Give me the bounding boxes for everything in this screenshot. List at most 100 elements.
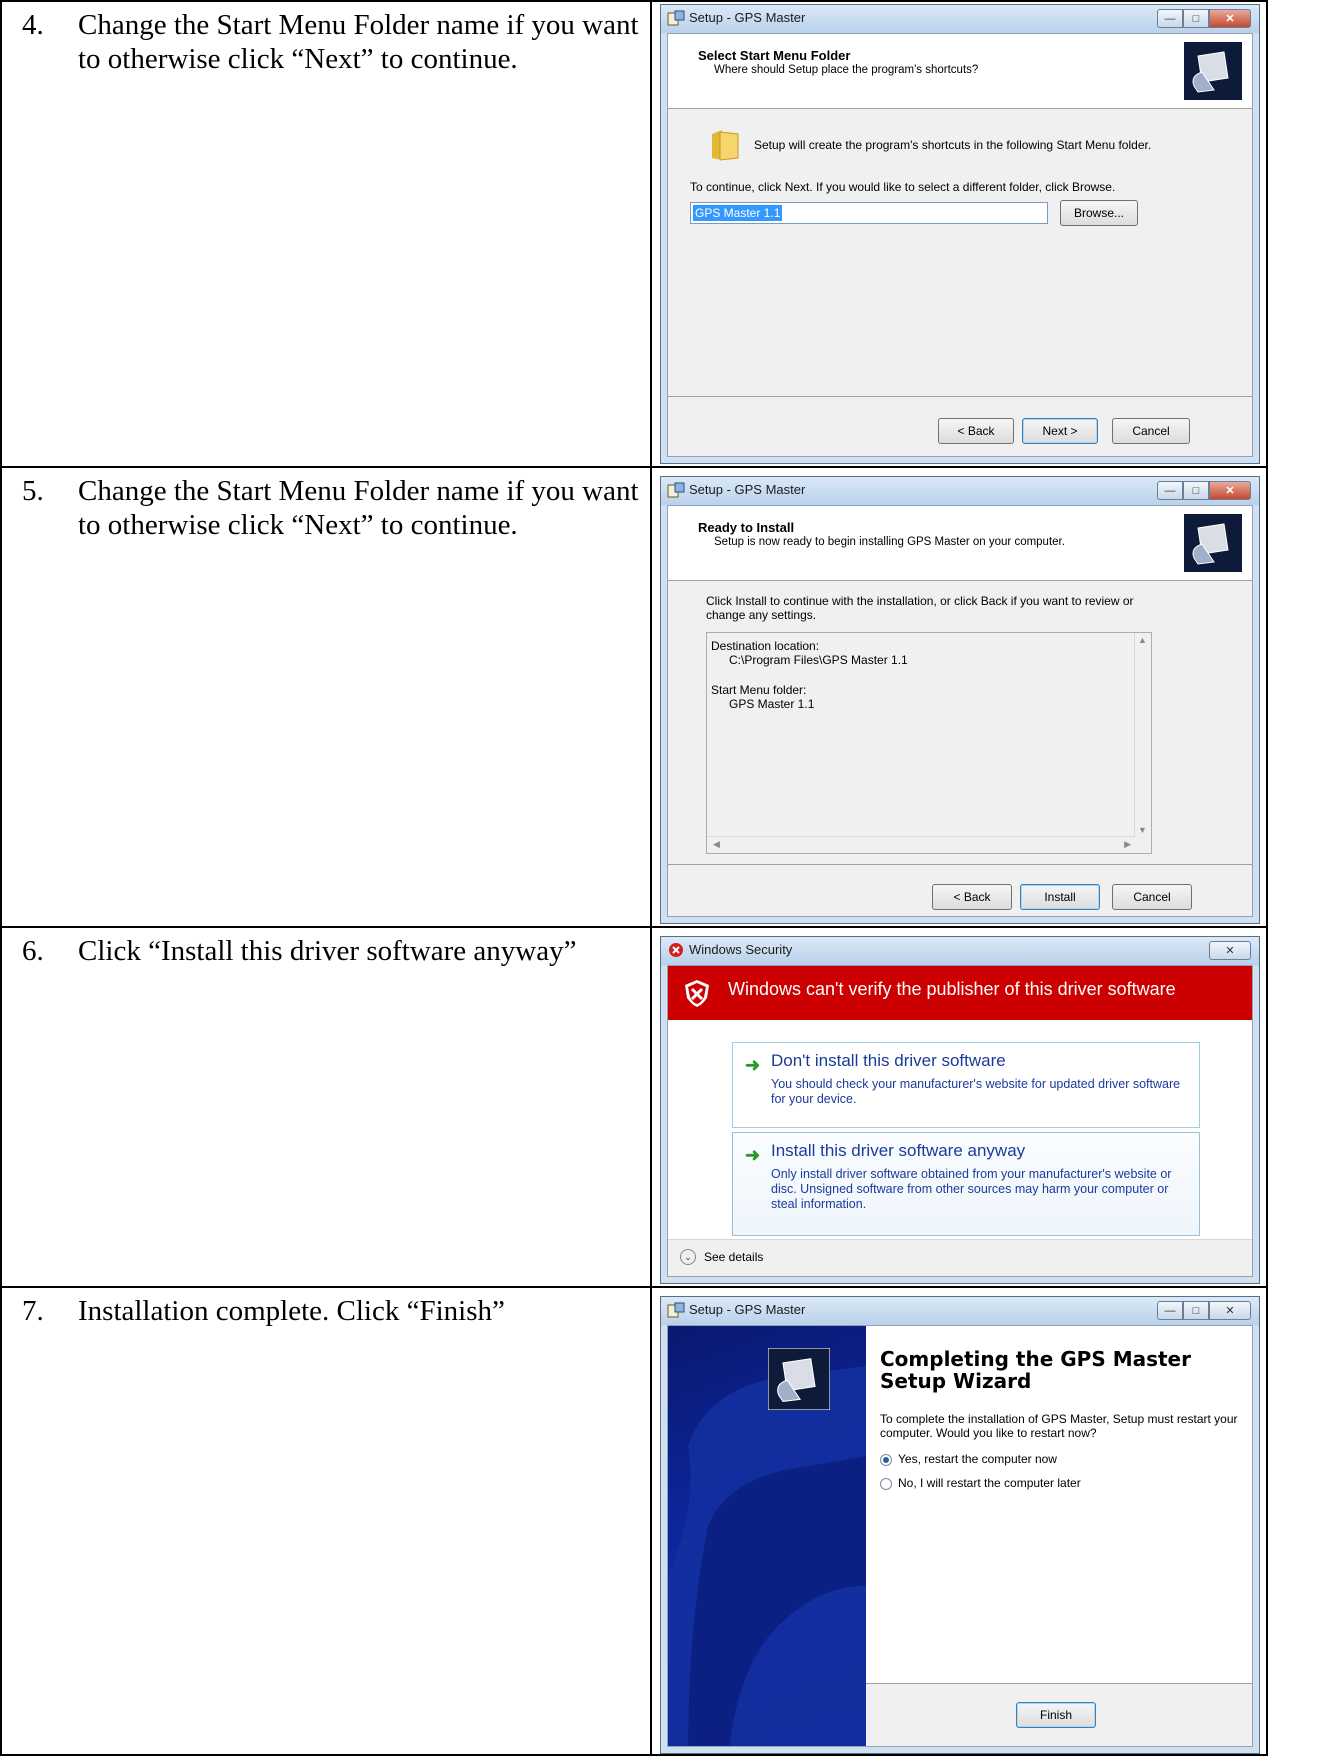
setup-computer-logo [1184,42,1242,100]
table-rule [650,0,652,1756]
vertical-scrollbar[interactable]: ▲ ▼ [1134,633,1151,837]
instruction-text: To continue, click Next. If you would li… [690,180,1116,194]
setup-computer-logo [768,1348,830,1410]
option-description: You should check your manufacturer's web… [771,1077,1181,1106]
dont-install-option[interactable]: ➜ Don't install this driver software You… [732,1042,1200,1128]
close-button[interactable]: ✕ [1209,9,1251,28]
see-details-link[interactable]: See details [704,1250,763,1264]
maximize-button[interactable]: □ [1183,481,1209,500]
horizontal-scrollbar[interactable]: ◀ ▶ [707,836,1135,853]
wizard-subheading: Setup is now ready to begin installing G… [714,536,1065,548]
windows-security-dialog: Windows Security ✕ Windows can't verify … [660,936,1260,1284]
radio-restart-now[interactable] [880,1454,892,1466]
minimize-icon: — [1164,1304,1176,1317]
wizard-header: Ready to Install Setup is now ready to b… [668,506,1252,581]
destination-value: C:\Program Files\GPS Master 1.1 [729,653,908,667]
radio-restart-now-label[interactable]: Yes, restart the computer now [898,1452,1057,1466]
cancel-button[interactable]: Cancel [1112,884,1192,910]
window-title: Setup - GPS Master [689,10,806,25]
step-text: Installation complete. Click “Finish” [78,1295,505,1327]
setup-app-icon [667,10,685,26]
option-title: Don't install this driver software [771,1051,1006,1070]
minimize-button[interactable]: — [1157,481,1183,500]
title-bar[interactable]: Windows Security ✕ [661,937,1259,965]
back-button[interactable]: < Back [938,418,1014,444]
maximize-icon: □ [1192,484,1200,497]
radio-restart-later[interactable] [880,1478,892,1490]
instruction-line-1: Click Install to continue with the insta… [706,594,1134,608]
window-title: Setup - GPS Master [689,1302,806,1317]
wizard-header: Select Start Menu Folder Where should Se… [668,34,1252,109]
footer-divider [668,864,1252,865]
close-button[interactable]: ✕ [1209,1301,1251,1320]
close-icon: ✕ [1225,1305,1235,1317]
warning-text: Windows can't verify the publisher of th… [728,979,1176,999]
back-button[interactable]: < Back [932,884,1012,910]
green-arrow-icon: ➜ [745,1055,761,1075]
minimize-button[interactable]: — [1157,1301,1183,1320]
step-text: Change the Start Menu Folder name if you… [78,9,639,75]
maximize-icon: □ [1192,1304,1200,1317]
setup-window-finish: Setup - GPS Master — □ ✕ Completing the … [660,1296,1260,1754]
setup-window-start-menu: Setup - GPS Master — □ ✕ Select Start Me… [660,4,1260,464]
green-arrow-icon: ➜ [745,1145,761,1165]
wizard-content: Completing the GPS Master Setup Wizard T… [866,1326,1252,1684]
window-title: Windows Security [689,942,793,957]
minimize-icon: — [1164,12,1176,25]
step-number: 6. [22,935,44,967]
warning-banner: Windows can't verify the publisher of th… [668,966,1252,1020]
shield-error-icon [685,980,709,1007]
summary-memo[interactable]: Destination location: C:\Program Files\G… [706,632,1152,854]
install-anyway-option[interactable]: ➜ Install this driver software anyway On… [732,1132,1200,1236]
finish-heading: Completing the GPS Master Setup Wizard [880,1347,1191,1393]
wizard-client: Ready to Install Setup is now ready to b… [667,505,1253,917]
window-title: Setup - GPS Master [689,482,806,497]
title-bar[interactable]: Setup - GPS Master — □ ✕ [661,5,1259,33]
folder-icon [712,130,739,161]
title-bar[interactable]: Setup - GPS Master — □ ✕ [661,1297,1259,1325]
setup-app-icon [667,1302,685,1318]
close-button[interactable]: ✕ [1209,941,1251,960]
wizard-heading: Select Start Menu Folder [698,48,851,63]
table-rule [1266,0,1268,1756]
wizard-banner-art [668,1366,866,1746]
start-menu-label: Start Menu folder: [711,683,807,697]
browse-button[interactable]: Browse... [1060,200,1138,226]
cancel-button[interactable]: Cancel [1112,418,1190,444]
wizard-footer: Finish [866,1683,1252,1746]
step-text: Change the Start Menu Folder name if you… [78,475,639,541]
table-rule [0,1286,1268,1288]
finish-body: To complete the installation of GPS Mast… [880,1412,1238,1440]
close-icon: ✕ [1225,13,1235,25]
maximize-button[interactable]: □ [1183,9,1209,28]
setup-app-icon [667,482,685,498]
wizard-heading: Ready to Install [698,520,795,535]
scroll-down-icon[interactable]: ▼ [1138,825,1147,835]
table-rule [0,0,2,1756]
install-button[interactable]: Install [1020,884,1100,910]
scroll-up-icon[interactable]: ▲ [1138,635,1147,645]
title-bar[interactable]: Setup - GPS Master — □ ✕ [661,477,1259,505]
folder-name-input[interactable]: GPS Master 1.1 [690,202,1048,224]
wizard-client: Select Start Menu Folder Where should Se… [667,33,1253,457]
details-footer: ⌄ See details [668,1239,1252,1276]
option-title: Install this driver software anyway [771,1141,1026,1160]
destination-label: Destination location: [711,639,820,653]
next-button[interactable]: Next > [1022,418,1098,444]
maximize-button[interactable]: □ [1183,1301,1209,1320]
close-icon: ✕ [1225,485,1235,497]
minimize-button[interactable]: — [1157,9,1183,28]
setup-window-ready: Setup - GPS Master — □ ✕ Ready to Instal… [660,476,1260,924]
chevron-down-icon[interactable]: ⌄ [680,1249,696,1265]
close-button[interactable]: ✕ [1209,481,1251,500]
close-icon: ✕ [1225,945,1235,957]
finish-button[interactable]: Finish [1016,1702,1096,1728]
scroll-right-icon[interactable]: ▶ [1124,839,1131,850]
wizard-client: Completing the GPS Master Setup Wizard T… [667,1325,1253,1747]
info-text: Setup will create the program's shortcut… [754,138,1152,152]
scroll-left-icon[interactable]: ◀ [713,839,720,850]
step-number: 4. [22,9,44,41]
table-rule [0,926,1268,928]
footer-divider [668,396,1252,397]
radio-restart-later-label[interactable]: No, I will restart the computer later [898,1476,1081,1490]
